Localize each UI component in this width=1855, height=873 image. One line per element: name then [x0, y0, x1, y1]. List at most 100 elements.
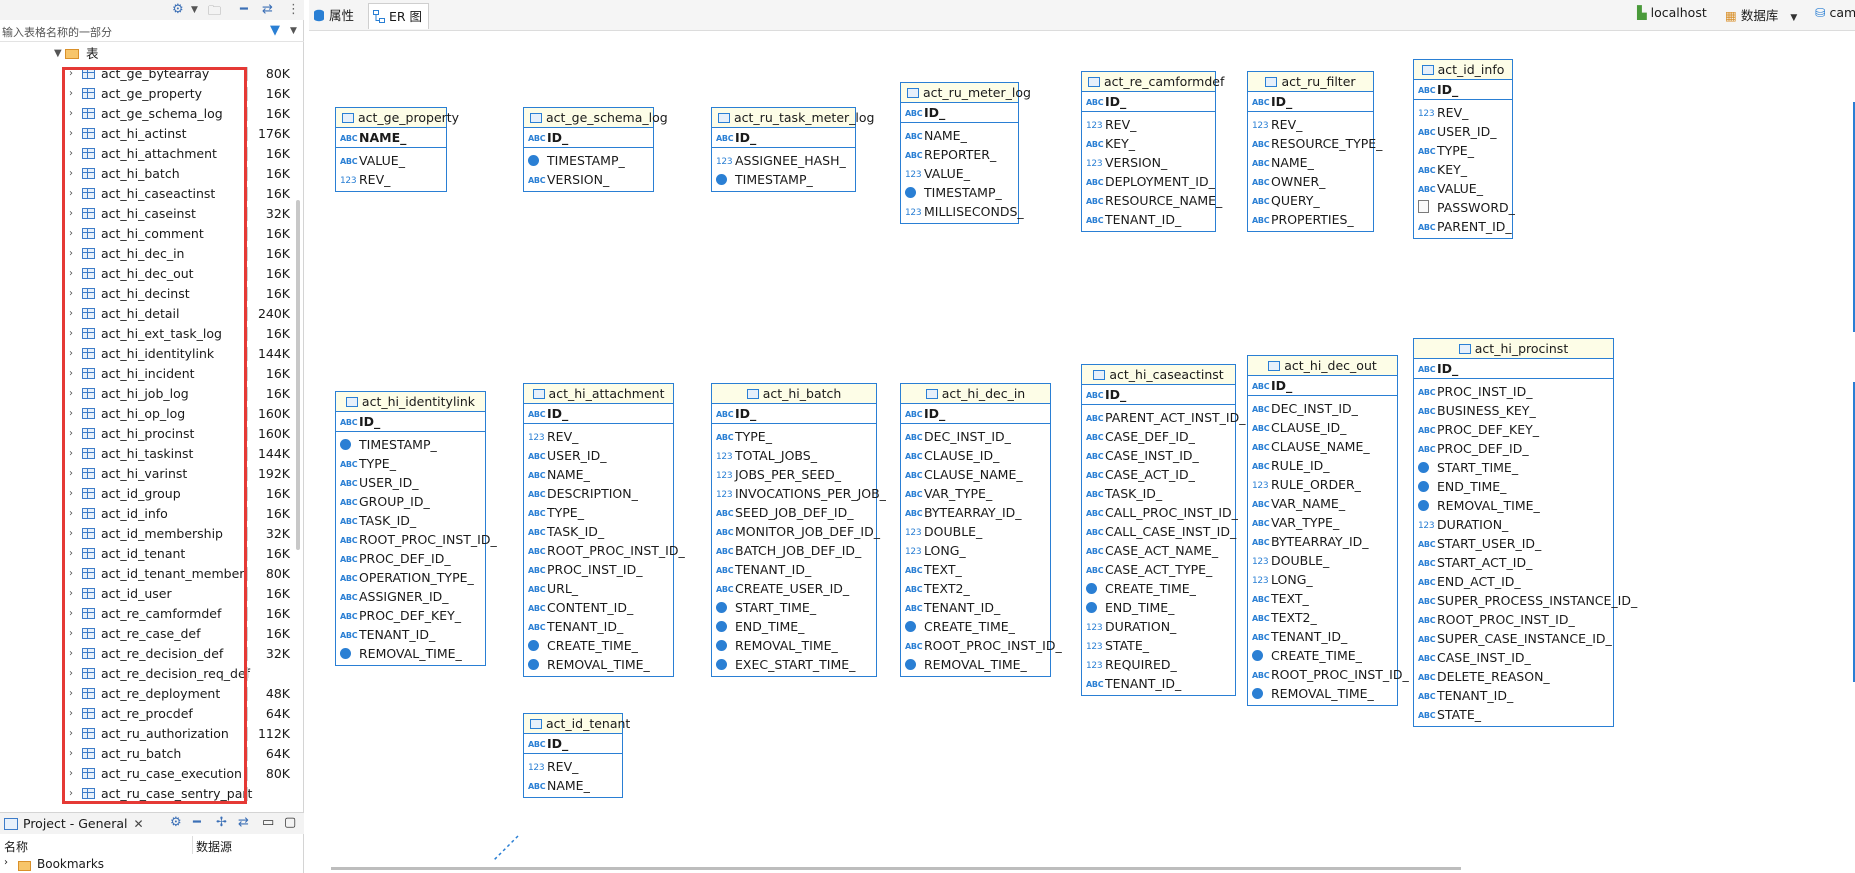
entity-column[interactable]: 123 REV_: [1414, 103, 1512, 122]
entity-column[interactable]: ABC CLAUSE_ID_: [901, 446, 1050, 465]
entity-column[interactable]: ABC DEC_INST_ID_: [901, 427, 1050, 446]
entity-column[interactable]: ABC PROC_DEF_KEY_: [1414, 420, 1613, 439]
tree-item-table[interactable]: › act_hi_taskinst 144K: [0, 444, 304, 464]
entity-column[interactable]: 123 ASSIGNEE_HASH_: [712, 151, 855, 170]
chevron-right-icon[interactable]: ›: [69, 304, 73, 324]
entity-column[interactable]: ABC TENANT_ID_: [1082, 210, 1215, 229]
entity-primary-key[interactable]: ABC ID_: [524, 734, 622, 754]
entity-column[interactable]: ABC TASK_ID_: [524, 522, 673, 541]
dropdown-arrow-icon[interactable]: ▼: [191, 5, 198, 15]
entity-column[interactable]: ABC VAR_NAME_: [1248, 494, 1397, 513]
er-entity-act-hi-identitylink[interactable]: act_hi_identitylink ABC ID_ TIMESTAMP_ ABC TY…: [335, 391, 497, 666]
entity-primary-key[interactable]: ABC ID_: [1082, 92, 1215, 112]
entity-header[interactable]: act_ru_meter_log: [901, 83, 1031, 103]
entity-column[interactable]: ABC CASE_INST_ID_: [1082, 446, 1235, 465]
entity-column[interactable]: ABC ROOT_PROC_INST_ID_: [1248, 665, 1409, 684]
entity-column[interactable]: ABC USER_ID_: [524, 446, 673, 465]
entity-primary-key[interactable]: ABC ID_: [712, 128, 855, 148]
chevron-down-icon[interactable]: ▼: [1790, 13, 1797, 23]
entity-column[interactable]: PASSWORD_: [1414, 198, 1515, 217]
entity-column[interactable]: ABC USER_ID_: [1414, 122, 1512, 141]
tree-item-table[interactable]: › act_hi_incident 16K: [0, 364, 304, 384]
entity-column[interactable]: ABC URL_: [524, 579, 673, 598]
entity-column[interactable]: ABC CASE_ACT_TYPE_: [1082, 560, 1235, 579]
entity-header[interactable]: act_ge_schema_log: [524, 108, 668, 128]
entity-column[interactable]: START_TIME_: [1414, 458, 1613, 477]
entity-primary-key[interactable]: ABC ID_: [901, 103, 1018, 123]
er-canvas[interactable]: act_ge_property ABC NAME_ ABC VALUE_ 123 REV_ a…: [309, 32, 1855, 873]
entity-column[interactable]: ABC PARENT_ACT_INST_ID_: [1082, 408, 1245, 427]
er-entity-act-ge-property[interactable]: act_ge_property ABC NAME_ ABC VALUE_ 123 REV_: [335, 107, 459, 192]
tree-item-table[interactable]: › act_hi_dec_out 16K: [0, 264, 304, 284]
entity-column[interactable]: ABC VALUE_: [1414, 179, 1512, 198]
entity-column[interactable]: ABC ROOT_PROC_INST_ID_: [901, 636, 1062, 655]
chevron-right-icon[interactable]: ›: [69, 204, 73, 224]
entity-column[interactable]: ABC BATCH_JOB_DEF_ID_: [712, 541, 876, 560]
chevron-down-icon[interactable]: ▼: [54, 44, 62, 64]
entity-column[interactable]: ABC TENANT_ID_: [336, 625, 485, 644]
tab-er-diagram[interactable]: ER 图: [368, 3, 430, 29]
entity-column[interactable]: REMOVAL_TIME_: [524, 655, 673, 674]
entity-column[interactable]: ABC TASK_ID_: [336, 511, 485, 530]
entity-header[interactable]: act_hi_batch: [712, 384, 876, 404]
entity-column[interactable]: 123 JOBS_PER_SEED_: [712, 465, 876, 484]
tree-item-table[interactable]: › act_re_decision_req_def: [0, 664, 304, 684]
entity-primary-key[interactable]: ABC ID_: [524, 128, 653, 148]
entity-column[interactable]: ABC TENANT_ID_: [1414, 686, 1613, 705]
entity-column[interactable]: ABC RULE_ID_: [1248, 456, 1397, 475]
tree-item-table[interactable]: › act_ge_schema_log 16K: [0, 104, 304, 124]
entity-column[interactable]: ABC TASK_ID_: [1082, 484, 1235, 503]
entity-column[interactable]: ABC NAME_: [1248, 153, 1373, 172]
entity-column[interactable]: ABC KEY_: [1414, 160, 1512, 179]
entity-primary-key[interactable]: ABC ID_: [1414, 359, 1613, 379]
entity-column[interactable]: ABC REPORTER_: [901, 145, 1018, 164]
database-selector[interactable]: ▦ 数据库 ▼: [1725, 5, 1797, 24]
connection-selector[interactable]: ▙ localhost: [1637, 5, 1707, 20]
entity-column[interactable]: ABC ROOT_PROC_INST_ID_: [524, 541, 685, 560]
entity-column[interactable]: ABC VALUE_: [336, 151, 446, 170]
entity-column[interactable]: REMOVAL_TIME_: [336, 644, 485, 663]
entity-column[interactable]: TIMESTAMP_: [901, 183, 1018, 202]
chevron-right-icon[interactable]: ›: [69, 84, 73, 104]
entity-column[interactable]: ABC START_ACT_ID_: [1414, 553, 1613, 572]
entity-column[interactable]: ABC VAR_TYPE_: [901, 484, 1050, 503]
entity-column[interactable]: ABC TYPE_: [712, 427, 876, 446]
entity-column[interactable]: ABC TENANT_ID_: [1248, 627, 1397, 646]
entity-primary-key[interactable]: ABC ID_: [1248, 376, 1397, 396]
tree-group-tables[interactable]: ▼ 表: [0, 44, 304, 64]
tree-item-table[interactable]: › act_hi_caseinst 32K: [0, 204, 304, 224]
entity-column[interactable]: CREATE_TIME_: [524, 636, 673, 655]
entity-primary-key[interactable]: ABC NAME_: [336, 128, 446, 148]
entity-primary-key[interactable]: ABC ID_: [901, 404, 1050, 424]
entity-column[interactable]: ABC CREATE_USER_ID_: [712, 579, 876, 598]
entity-column[interactable]: 123 REV_: [1248, 115, 1373, 134]
er-entity-act-re-camformdef[interactable]: act_re_camformdef ABC ID_ 123 REV_ ABC KEY_ 123…: [1081, 71, 1224, 232]
close-icon[interactable]: ✕: [134, 817, 144, 831]
er-entity-act-ru-task-meter-log[interactable]: act_ru_task_meter_log ABC ID_ 123 ASSIGNEE_H…: [711, 107, 874, 192]
chevron-right-icon[interactable]: ›: [69, 444, 73, 464]
chevron-right-icon[interactable]: ›: [69, 544, 73, 564]
entity-column[interactable]: ABC CASE_DEF_ID_: [1082, 427, 1235, 446]
chevron-right-icon[interactable]: ›: [69, 424, 73, 444]
entity-column[interactable]: END_TIME_: [1082, 598, 1235, 617]
tree-item-table[interactable]: › act_hi_comment 16K: [0, 224, 304, 244]
tree-item-table[interactable]: › act_ru_case_execution 80K: [0, 764, 304, 784]
entity-header[interactable]: act_ge_property: [336, 108, 459, 128]
entity-column[interactable]: ABC DELETE_REASON_: [1414, 667, 1613, 686]
chevron-right-icon[interactable]: ›: [69, 644, 73, 664]
entity-column[interactable]: ABC TYPE_: [336, 454, 485, 473]
gear-icon[interactable]: ⚙: [170, 815, 182, 830]
tree-item-table[interactable]: › act_id_info 16K: [0, 504, 304, 524]
entity-column[interactable]: ABC BUSINESS_KEY_: [1414, 401, 1613, 420]
tree-item-table[interactable]: › act_hi_ext_task_log 16K: [0, 324, 304, 344]
tree-item-table[interactable]: › act_re_camformdef 16K: [0, 604, 304, 624]
entity-column[interactable]: ABC END_ACT_ID_: [1414, 572, 1613, 591]
er-entity-act-id-info[interactable]: act_id_info ABC ID_ 123 REV_ ABC USER_ID_ ABC TY…: [1413, 59, 1515, 239]
entity-column[interactable]: ABC CASE_INST_ID_: [1414, 648, 1613, 667]
entity-header[interactable]: act_ru_task_meter_log: [712, 108, 874, 128]
entity-column[interactable]: END_TIME_: [712, 617, 876, 636]
entity-column[interactable]: 123 REV_: [524, 427, 673, 446]
entity-column[interactable]: ABC PROC_INST_ID_: [1414, 382, 1613, 401]
chevron-right-icon[interactable]: ›: [69, 504, 73, 524]
entity-column[interactable]: ABC CLAUSE_NAME_: [1248, 437, 1397, 456]
